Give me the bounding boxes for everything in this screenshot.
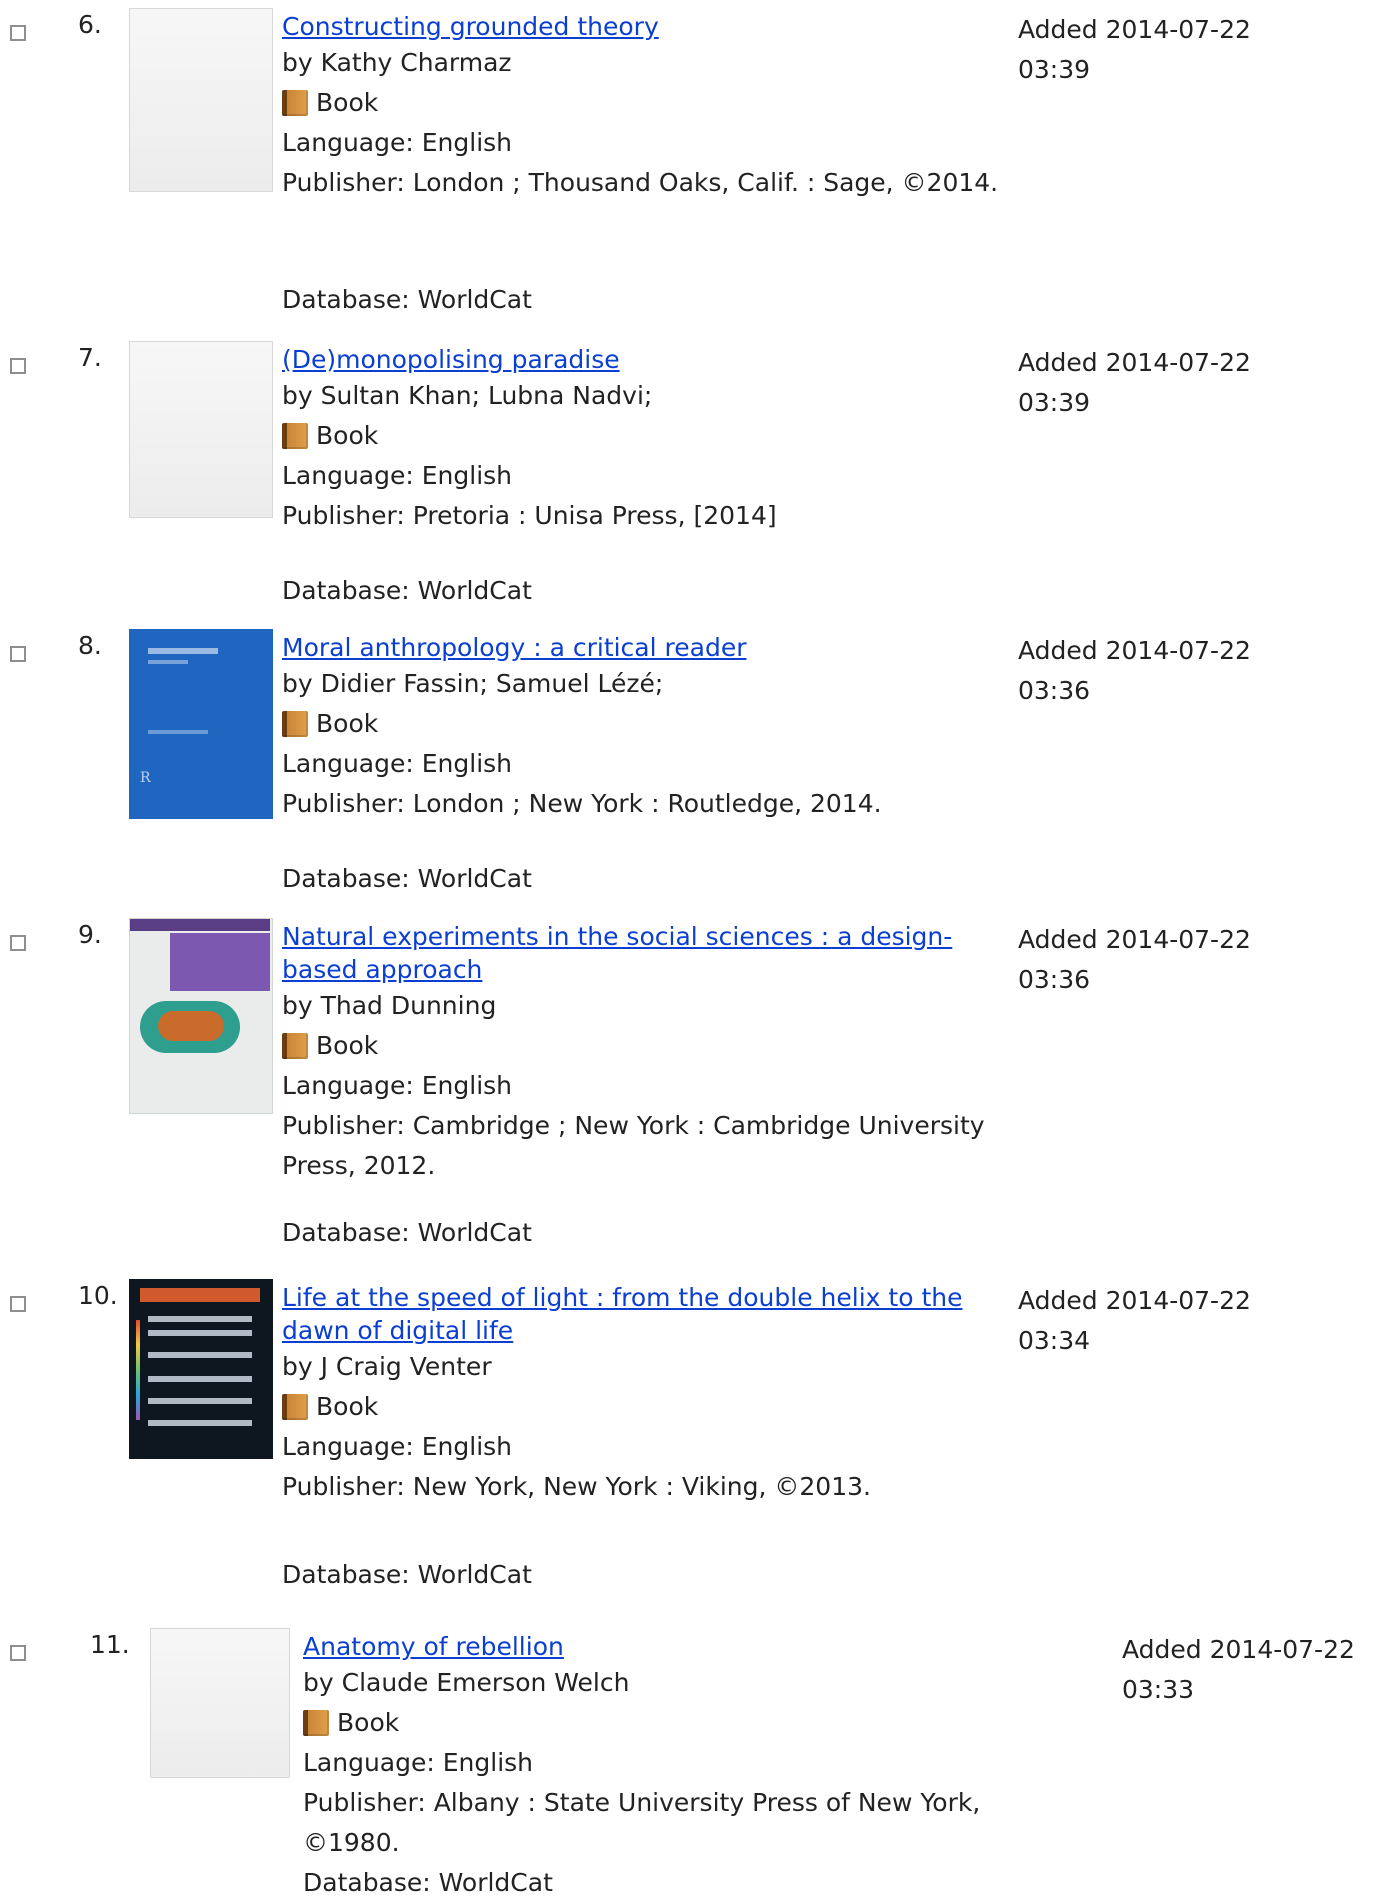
record-database: Database: WorldCat [282,1218,532,1247]
record-language: Language: English [282,1432,513,1461]
cover-thumbnail[interactable] [129,341,273,518]
record-type: Book [316,1392,379,1421]
record-type: Book [316,709,379,738]
record-type: Book [337,1708,400,1737]
record-author: by Didier Fassin; Samuel Lézé; [282,669,664,698]
record-language: Language: English [282,1071,513,1100]
record-author: by Claude Emerson Welch [303,1668,630,1697]
record-publisher: Publisher: Pretoria : Unisa Press, [2014… [282,501,777,530]
record-number: 10. [78,1281,118,1310]
book-icon [282,423,308,449]
select-checkbox[interactable] [10,1296,26,1312]
record-number: 11. [90,1630,130,1659]
record-publisher: Publisher: New York, New York : Viking, … [282,1472,871,1501]
record-author: by Thad Dunning [282,991,497,1020]
record-database: Database: WorldCat [282,285,532,314]
record-title-link[interactable]: (De)monopolising paradise [282,343,1012,376]
record-title-link[interactable]: Life at the speed of light : from the do… [282,1281,1012,1347]
record-database: Database: WorldCat [282,576,532,605]
record-database: Database: WorldCat [282,864,532,893]
record-language: Language: English [282,461,513,490]
record-publisher: Publisher: Cambridge ; New York : Cambri… [282,1111,985,1180]
record-title-link[interactable]: Moral anthropology : a critical reader [282,631,1012,664]
added-time: 03:39 [1018,55,1091,84]
added-date: Added 2014-07-22 [1018,925,1251,954]
select-checkbox[interactable] [10,935,26,951]
book-icon [282,711,308,737]
record-type: Book [316,421,379,450]
record-author: by Kathy Charmaz [282,48,512,77]
record-number: 8. [78,631,102,660]
record-publisher: Publisher: London ; New York : Routledge… [282,789,882,818]
record-number: 9. [78,920,102,949]
record-database: Database: WorldCat [303,1868,553,1897]
select-checkbox[interactable] [10,358,26,374]
added-date: Added 2014-07-22 [1018,348,1251,377]
record-author: by Sultan Khan; Lubna Nadvi; [282,381,653,410]
added-time: 03:36 [1018,965,1091,994]
added-date: Added 2014-07-22 [1018,1286,1251,1315]
record-title-link[interactable]: Anatomy of rebellion [303,1630,1033,1663]
added-time: 03:34 [1018,1326,1091,1355]
record-language: Language: English [303,1748,534,1777]
record-number: 6. [78,10,102,39]
record-number: 7. [78,343,102,372]
record-language: Language: English [282,128,513,157]
cover-thumbnail[interactable] [129,8,273,192]
added-time: 03:36 [1018,676,1091,705]
book-icon [282,1394,308,1420]
select-checkbox[interactable] [10,646,26,662]
added-date: Added 2014-07-22 [1122,1635,1355,1664]
record-publisher: Publisher: Albany : State University Pre… [303,1788,981,1857]
added-date: Added 2014-07-22 [1018,15,1251,44]
cover-thumbnail[interactable] [129,918,273,1114]
cover-thumbnail[interactable] [150,1628,290,1778]
added-date: Added 2014-07-22 [1018,636,1251,665]
cover-thumbnail[interactable] [129,1279,273,1459]
book-icon [282,1033,308,1059]
added-time: 03:39 [1018,388,1091,417]
record-publisher: Publisher: London ; Thousand Oaks, Calif… [282,168,999,197]
record-author: by J Craig Venter [282,1352,492,1381]
record-title-link[interactable]: Constructing grounded theory [282,10,1012,43]
added-time: 03:33 [1122,1675,1195,1704]
record-type: Book [316,88,379,117]
record-language: Language: English [282,749,513,778]
record-database: Database: WorldCat [282,1560,532,1589]
select-checkbox[interactable] [10,1645,26,1661]
select-checkbox[interactable] [10,25,26,41]
record-title-link[interactable]: Natural experiments in the social scienc… [282,920,1012,986]
cover-thumbnail[interactable]: R [129,629,273,819]
book-icon [303,1710,329,1736]
book-icon [282,90,308,116]
record-type: Book [316,1031,379,1060]
